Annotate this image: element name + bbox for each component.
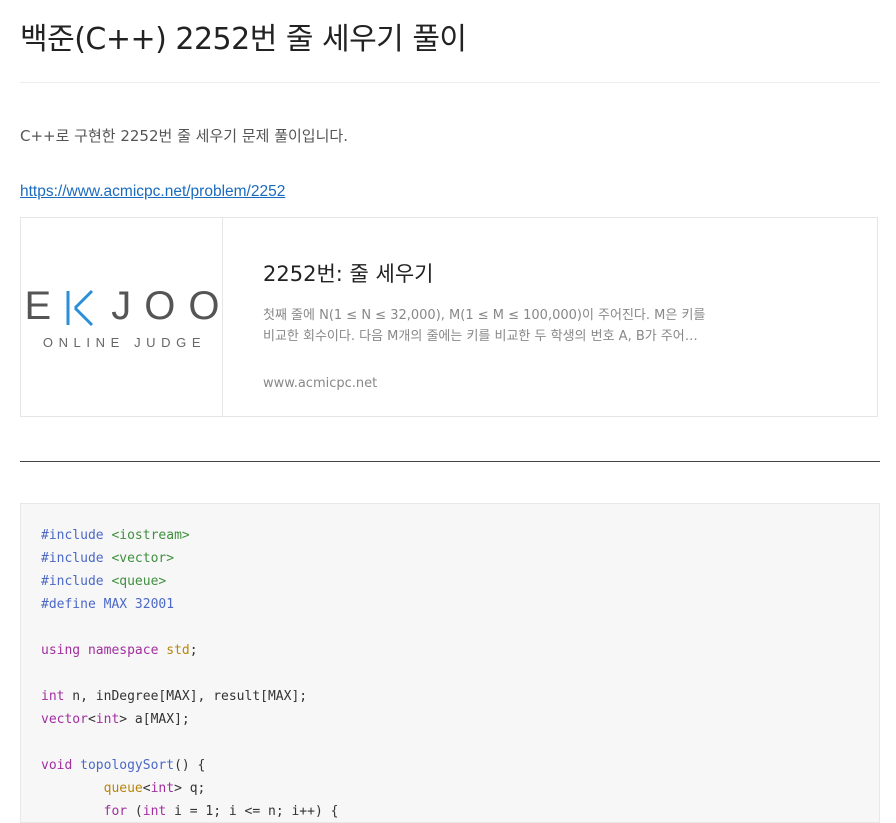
code-token: #include [41,528,112,543]
code-token: topologySort [80,758,175,773]
problem-link[interactable]: https://www.acmicpc.net/problem/2252 [20,183,285,201]
preview-thumbnail: E JOO ONLINE JUDGE [21,218,223,416]
code-token: ; [189,643,198,658]
code-line: #include <queue> [41,570,859,593]
code-line: queue<int> q; [41,777,859,800]
code-token: int [150,781,175,796]
code-line: #define MAX 32001 [41,593,859,616]
code-token: <vector> [111,551,175,566]
code-line: #include <vector> [41,547,859,570]
code-token: < [87,712,96,727]
code-token: vector [41,712,88,727]
code-token: int [95,712,120,727]
code-token: namespace [87,643,159,658]
preview-description-line: 비교한 회수이다. 다음 M개의 줄에는 키를 비교한 두 학생의 번호 A, … [263,329,698,344]
post-title: 백준(C++) 2252번 줄 세우기 풀이 [20,22,467,57]
title-divider [20,82,880,83]
code-token: ( [127,804,143,819]
code-token: void [41,758,73,773]
code-token: <iostream> [111,528,190,543]
code-token: int [142,804,167,819]
preview-description: 첫째 줄에 N(1 ≤ N ≤ 32,000), M(1 ≤ M ≤ 100,0… [263,305,723,347]
code-line: void topologySort() { [41,754,859,777]
code-token: #define MAX 32001 [41,597,175,612]
code-token: std [166,643,190,658]
code-token: n, inDegree[MAX], result[MAX]; [64,689,308,704]
code-line: for (int i = 1; i <= n; i++) { [41,800,859,822]
code-token: > q; [174,781,206,796]
preview-body: 2252번: 줄 세우기 첫째 줄에 N(1 ≤ N ≤ 32,000), M(… [223,218,877,416]
code-line: using namespace std; [41,639,859,662]
code-token: queue [103,781,143,796]
code-block[interactable]: #include <iostream> #include <vector> #inc… [20,503,880,823]
code-line: #include <iostream> [41,524,859,547]
code-token: () { [174,758,206,773]
preview-host: www.acmicpc.net [263,376,378,391]
logo-k-mark [64,287,98,327]
code-token: #include [41,574,112,589]
code-token: using [41,643,81,658]
code-token: #include [41,551,112,566]
code-line: vector<int> a[MAX]; [41,708,859,731]
code-token: < [142,781,151,796]
code-token: > a[MAX]; [119,712,190,727]
preview-title: 2252번: 줄 세우기 [263,262,434,286]
intro-text: C++로 구현한 2252번 줄 세우기 문제 풀이입니다. [20,127,348,145]
preview-description-line: 첫째 줄에 N(1 ≤ N ≤ 32,000), M(1 ≤ M ≤ 100,0… [263,308,706,323]
site-logo: E JOO [24,284,233,328]
code-token: int [41,689,65,704]
logo-subtitle: ONLINE JUDGE [42,335,207,350]
section-divider [20,461,880,462]
code-token: for [103,804,128,819]
code-token: i = 1; i <= n; i++) { [166,804,339,819]
code-line: int n, inDegree[MAX], result[MAX]; [41,685,859,708]
code-token: <queue> [111,574,167,589]
link-preview-card[interactable]: E JOO ONLINE JUDGE 2252번: 줄 세우기 첫째 줄에 N(… [20,217,878,417]
